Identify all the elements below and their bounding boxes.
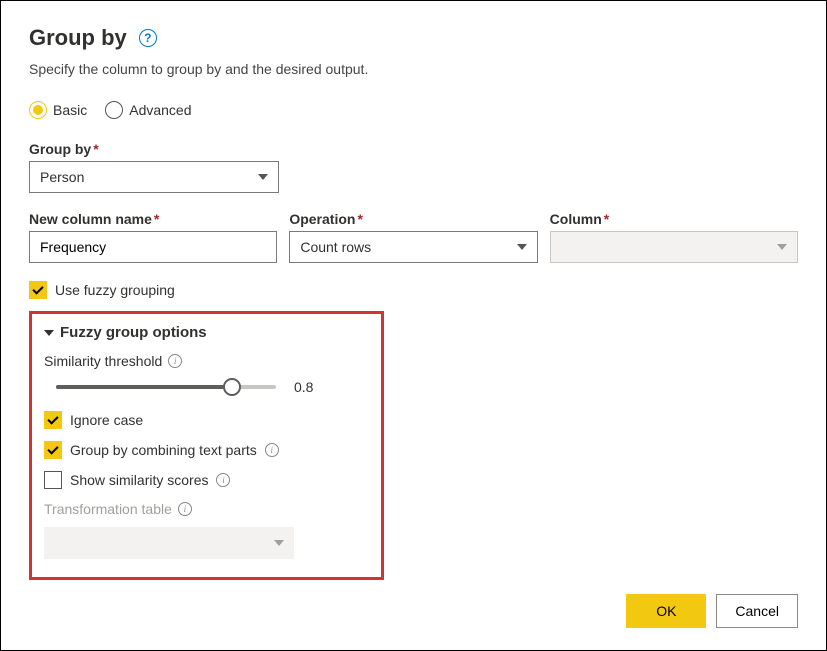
cancel-button[interactable]: Cancel	[716, 594, 798, 628]
chevron-down-icon	[274, 540, 284, 546]
chevron-down-icon	[777, 244, 787, 250]
new-column-input[interactable]	[29, 231, 277, 263]
chevron-down-icon	[258, 174, 268, 180]
use-fuzzy-label: Use fuzzy grouping	[55, 282, 175, 298]
checkbox-icon	[44, 441, 62, 459]
combine-text-parts-label: Group by combining text parts	[70, 442, 257, 458]
fuzzy-section-toggle[interactable]: Fuzzy group options	[44, 324, 369, 341]
fuzzy-section-title: Fuzzy group options	[60, 324, 207, 341]
info-icon: i	[178, 502, 192, 516]
combine-text-parts-checkbox[interactable]: Group by combining text parts i	[44, 441, 369, 459]
ignore-case-label: Ignore case	[70, 412, 143, 428]
basic-radio-label: Basic	[53, 102, 87, 118]
dialog-footer: OK Cancel	[626, 594, 798, 628]
checkbox-icon	[44, 411, 62, 429]
slider-fill	[56, 385, 232, 389]
info-icon[interactable]: i	[265, 443, 279, 457]
ok-button[interactable]: OK	[626, 594, 706, 628]
new-column-label: New column name*	[29, 211, 277, 227]
mode-radio-group: Basic Advanced	[29, 101, 798, 119]
info-icon[interactable]: i	[216, 473, 230, 487]
info-icon[interactable]: i	[168, 354, 182, 368]
similarity-value: 0.8	[294, 379, 313, 395]
group-by-select[interactable]: Person	[29, 161, 279, 193]
help-icon[interactable]: ?	[139, 29, 157, 47]
checkbox-icon	[29, 281, 47, 299]
operation-select[interactable]: Count rows	[289, 231, 537, 263]
fuzzy-options-highlight: Fuzzy group options Similarity threshold…	[29, 311, 384, 580]
advanced-radio-label: Advanced	[129, 102, 191, 118]
group-by-value: Person	[40, 169, 84, 185]
chevron-down-icon	[517, 244, 527, 250]
basic-radio[interactable]: Basic	[29, 101, 87, 119]
group-by-dialog: Group by ? Specify the column to group b…	[0, 0, 827, 651]
slider-thumb[interactable]	[223, 378, 241, 396]
advanced-radio[interactable]: Advanced	[105, 101, 191, 119]
show-scores-checkbox[interactable]: Show similarity scores i	[44, 471, 369, 489]
group-by-label: Group by*	[29, 141, 798, 157]
show-scores-label: Show similarity scores	[70, 472, 208, 488]
checkbox-icon	[44, 471, 62, 489]
similarity-slider[interactable]	[56, 385, 276, 389]
operation-label: Operation*	[289, 211, 537, 227]
dialog-subtitle: Specify the column to group by and the d…	[29, 61, 798, 77]
similarity-threshold-label: Similarity threshold i	[44, 353, 369, 369]
column-label: Column*	[550, 211, 798, 227]
use-fuzzy-checkbox[interactable]: Use fuzzy grouping	[29, 281, 798, 299]
transform-table-select	[44, 527, 294, 559]
column-select	[550, 231, 798, 263]
operation-value: Count rows	[300, 239, 371, 255]
transform-table-label: Transformation table i	[44, 501, 369, 517]
dialog-title: Group by	[29, 25, 127, 51]
radio-circle-icon	[29, 101, 47, 119]
ignore-case-checkbox[interactable]: Ignore case	[44, 411, 369, 429]
radio-circle-icon	[105, 101, 123, 119]
chevron-down-icon	[44, 330, 54, 336]
